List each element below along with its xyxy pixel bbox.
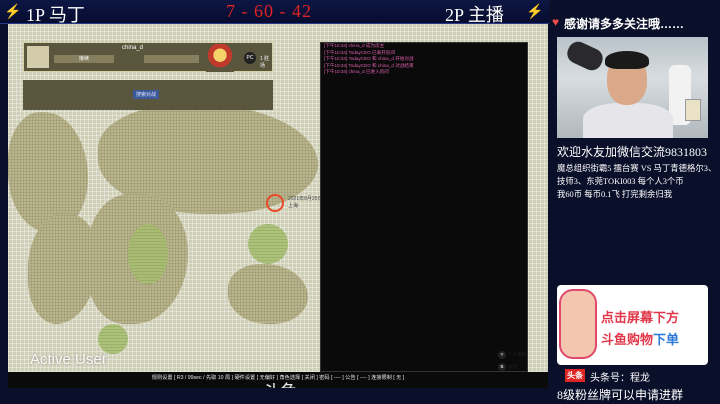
b-button-icon: B xyxy=(498,363,506,371)
active-user-label: Active User xyxy=(30,351,107,368)
map-region xyxy=(98,324,128,354)
platform-badge: PC xyxy=(244,52,256,64)
streamer-body xyxy=(583,103,673,138)
info-line: 我60币 每币0.1飞 打完剩余归我 xyxy=(557,190,673,199)
map-region xyxy=(8,112,88,232)
lightning-icon: ⚡ xyxy=(526,3,544,19)
welcome-text: 欢迎水友加微信交流9831803 xyxy=(557,145,708,159)
ad-text-1: 点击屏幕下方 xyxy=(601,310,680,325)
info-line: 魔总组织街霸5 擂台赛 VS 马丁青德格尔3、 xyxy=(557,164,717,173)
douyu-watermark: 斗鱼 xyxy=(262,378,298,388)
hint-profile[interactable]: Y 个人资料 xyxy=(498,349,526,361)
map-region xyxy=(128,224,168,284)
profile-name: china_d xyxy=(122,45,144,51)
profile-title xyxy=(144,55,199,63)
lobby-chat-log[interactable]: [下午10:34] china_d 成为房主 [下午10:34] TodayCE… xyxy=(320,42,528,372)
player-profile-card[interactable]: china_d 接续 PC 1 胜场 xyxy=(23,42,273,72)
game-screen: china_d 接续 PC 1 胜场 搜索对战 2021年8月25日 上海 [下… xyxy=(8,24,548,388)
score-bar: ⚡ 1P 马丁 7 - 60 - 42 2P 主播 ⚡ xyxy=(0,0,549,25)
info-line: 技师3、东莞TOKI003 每个人3个币 xyxy=(557,177,684,186)
toutiao-account: 头条号：程龙 xyxy=(590,373,650,384)
microphone-icon xyxy=(564,38,606,74)
button-hints: Y 个人资料 B 返回 xyxy=(498,349,526,373)
character-portrait xyxy=(206,44,234,72)
search-match-button[interactable]: 搜索对战 xyxy=(133,90,160,99)
location-city: 上海 xyxy=(288,203,299,209)
lightning-icon: ⚡ xyxy=(4,3,22,19)
lobby-search-bar[interactable]: 搜索对战 xyxy=(23,80,273,110)
chat-message: [下午10:34] china_d 已进入房间 xyxy=(324,69,389,75)
profile-rank: 1 胜场 xyxy=(260,56,270,69)
profile-status: 接续 xyxy=(54,55,114,63)
ad-text-2: 斗鱼购物下单 xyxy=(601,332,680,347)
shopping-ad[interactable]: 点击屏幕下方 斗鱼购物下单 xyxy=(557,285,708,365)
streamer-hair xyxy=(605,51,649,69)
location-marker-icon xyxy=(266,194,284,212)
chat-message: [下午10:34] china_d 成为房主 xyxy=(324,43,385,48)
fan-badge-notice: 8级粉丝牌可以申请进群 xyxy=(557,388,684,402)
map-region xyxy=(228,264,308,324)
bottle xyxy=(685,99,701,121)
match-score: 7 - 60 - 42 xyxy=(226,1,312,21)
streamer-webcam xyxy=(557,37,708,138)
map-region xyxy=(248,224,288,264)
location-date: 2021年8月25日 xyxy=(288,196,323,202)
chat-message: [下午10:34] TodayCEO 和 china_d 开始对战 xyxy=(324,56,414,62)
thanks-banner: 感谢请多多关注哦…… xyxy=(564,17,685,31)
toutiao-logo-icon: 头条 xyxy=(565,369,585,382)
heart-icon: ♥ xyxy=(552,15,560,29)
y-button-icon: Y xyxy=(498,351,506,359)
location-label: 2021年8月25日 上海 xyxy=(288,196,322,210)
streamer-sidebar: ♥ 感谢请多多关注哦…… 欢迎水友加微信交流9831803 魔总组织街霸5 擂台… xyxy=(550,0,720,404)
hand-pointer-icon xyxy=(559,289,597,359)
avatar xyxy=(27,46,49,68)
